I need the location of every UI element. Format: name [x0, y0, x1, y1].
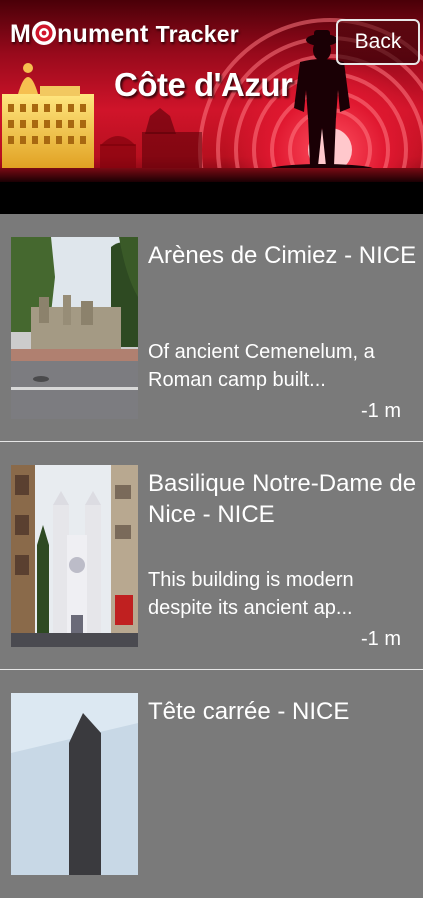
- region-title: Côte d'Azur: [114, 66, 293, 103]
- monument-thumbnail: [11, 237, 138, 419]
- monument-list: Arènes de Cimiez - NICE Of ancient Cemen…: [0, 214, 423, 898]
- app-title: Mnument Tracker: [10, 20, 239, 49]
- banner-ground: [0, 168, 423, 182]
- list-item[interactable]: Basilique Notre-Dame de Nice - NICE This…: [0, 442, 423, 670]
- list-item[interactable]: Arènes de Cimiez - NICE Of ancient Cemen…: [0, 214, 423, 442]
- monument-thumbnail: [11, 465, 138, 647]
- monument-distance: -1 m: [361, 400, 401, 422]
- header-banner: Mnument Tracker Côte d'Azur Back: [0, 0, 423, 214]
- monument-title: Arènes de Cimiez - NICE: [148, 242, 417, 269]
- arenes-photo: [11, 237, 138, 419]
- target-logo-icon: [32, 21, 57, 45]
- monument-title: Basilique Notre-Dame de Nice - NICE: [148, 470, 417, 528]
- monument-thumbnail: [11, 693, 138, 875]
- list-item[interactable]: Tête carrée - NICE: [0, 670, 423, 898]
- basilique-photo: [11, 465, 138, 647]
- monument-description: This building is modern despite its anci…: [148, 569, 354, 619]
- app-title-rest: nument: [57, 20, 149, 48]
- app-title-tracker: Tracker: [155, 21, 239, 47]
- monument-title: Tête carrée - NICE: [148, 698, 350, 725]
- monument-distance: -1 m: [361, 628, 401, 650]
- app-title-m: M: [10, 20, 32, 48]
- tete-carree-photo: [11, 693, 138, 875]
- banner-bottom-band: [0, 182, 423, 214]
- monument-description: Of ancient Cemenelum, a Roman camp built…: [148, 341, 375, 391]
- back-button[interactable]: Back: [336, 19, 420, 65]
